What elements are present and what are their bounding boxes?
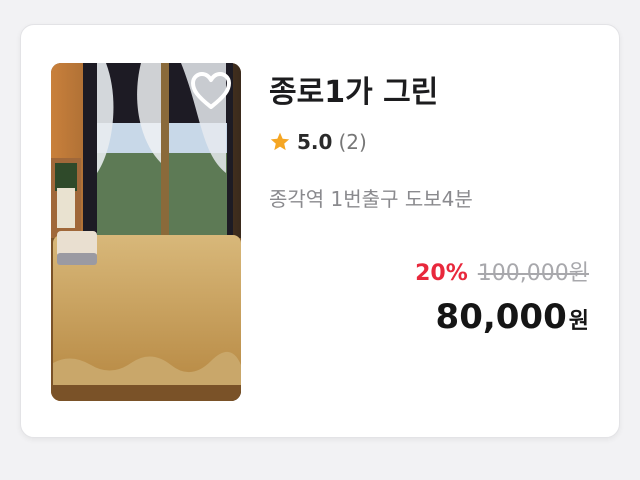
rating-summary: 5.0 (2) <box>269 127 367 157</box>
rating-score: 5.0 <box>297 130 333 154</box>
star-icon <box>270 132 290 151</box>
final-price-row: 80,000 원 <box>436 297 589 337</box>
final-price: 80,000 <box>435 297 567 337</box>
favorite-button[interactable] <box>189 69 233 113</box>
heart-outline-icon <box>191 72 231 109</box>
review-count: (2) <box>338 130 367 154</box>
location-text: 종각역 1번출구 도보4분 <box>269 187 473 211</box>
listing-card[interactable]: 종로1가 그린 5.0 (2) 종각역 1번출구 도보4분 20% 100,00… <box>20 24 620 438</box>
discount-row: 20% 100,000원 <box>415 255 589 287</box>
original-price: 100,000원 <box>477 261 589 286</box>
currency-unit: 원 <box>568 309 589 334</box>
listing-title[interactable]: 종로1가 그린 <box>269 67 438 111</box>
room-photo-illustration <box>51 63 241 401</box>
discount-badge: 20% <box>415 261 468 286</box>
listing-photo[interactable] <box>51 63 241 401</box>
